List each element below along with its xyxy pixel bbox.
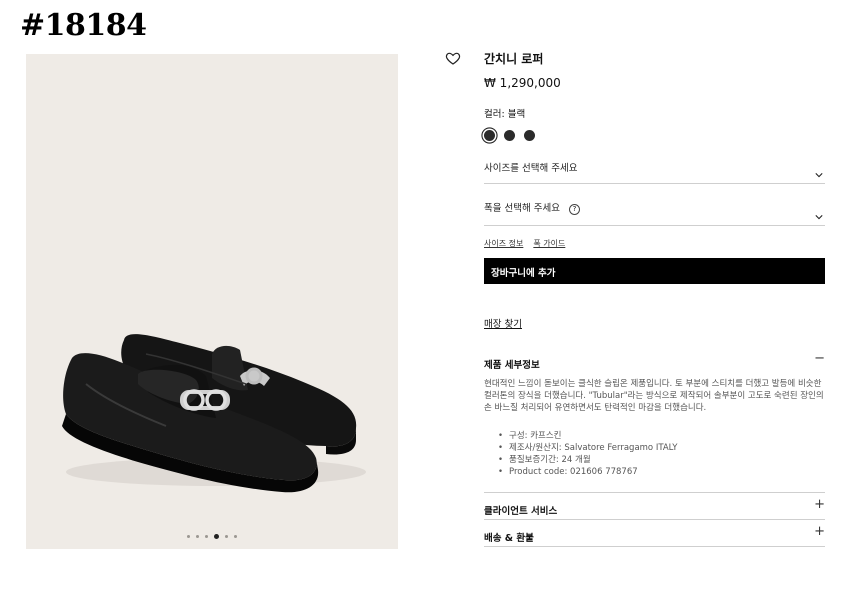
collapse-icon[interactable]: −	[814, 351, 825, 366]
details-heading: 제품 세부정보	[484, 360, 540, 371]
listing-number-badge: #18184	[20, 8, 147, 43]
shipping-heading: 배송 & 환불	[484, 533, 534, 544]
color-swatch-selected[interactable]	[484, 130, 495, 141]
size-select-label: 사이즈를 선택해 주세요	[484, 163, 578, 174]
store-locator-link[interactable]: 매장 찾기	[484, 316, 522, 330]
expand-icon[interactable]: +	[814, 524, 825, 539]
product-description: 현대적인 느낌이 돋보이는 클식한 슬립온 제품입니다. 토 부분에 스티치를 …	[484, 379, 824, 413]
spec-item: Product code: 021606 778767	[498, 466, 678, 478]
color-label: 컬러: 블랙	[484, 109, 526, 120]
gallery-dot-active[interactable]	[214, 534, 219, 539]
chevron-down-icon	[815, 215, 823, 220]
divider	[484, 519, 825, 520]
gallery-pagination[interactable]	[26, 534, 398, 539]
client-service-heading: 클라이언트 서비스	[484, 506, 558, 517]
client-service-accordion[interactable]: 클라이언트 서비스 +	[484, 497, 825, 518]
size-info-link[interactable]: 사이즈 정보	[484, 239, 523, 248]
width-select[interactable]: 폭을 선택해 주세요?	[484, 196, 825, 226]
size-select[interactable]: 사이즈를 선택해 주세요	[484, 156, 825, 184]
divider	[484, 492, 825, 493]
spec-item: 품질보증기간: 24 개월	[498, 454, 678, 466]
help-icon[interactable]: ?	[568, 204, 580, 215]
spec-item: 제조사/원산지: Salvatore Ferragamo ITALY	[498, 442, 677, 454]
divider	[484, 546, 825, 547]
width-guide-link[interactable]: 폭 가이드	[533, 239, 565, 248]
chevron-down-icon	[815, 173, 823, 178]
gallery-dot[interactable]	[225, 535, 228, 538]
gallery-dot[interactable]	[187, 535, 190, 538]
expand-icon[interactable]: +	[814, 497, 825, 512]
heart-icon[interactable]	[445, 50, 461, 66]
product-image-gallery[interactable]	[26, 54, 398, 549]
product-specs: 구성: 카프스킨 제조사/원산지: Salvatore Ferragamo IT…	[498, 430, 678, 478]
product-price: ₩ 1,290,000	[484, 76, 561, 90]
color-swatch[interactable]	[504, 130, 515, 141]
gallery-dot[interactable]	[196, 535, 199, 538]
color-swatches	[484, 130, 535, 141]
color-swatch[interactable]	[524, 130, 535, 141]
add-to-cart-button[interactable]: 장바구니에 추가	[484, 258, 825, 284]
spec-item: 구성: 카프스킨	[498, 430, 678, 442]
gallery-dot[interactable]	[234, 535, 237, 538]
gallery-dot[interactable]	[205, 535, 208, 538]
details-accordion[interactable]: 제품 세부정보 −	[484, 351, 825, 372]
width-select-label: 폭을 선택해 주세요	[484, 203, 560, 214]
shipping-accordion[interactable]: 배송 & 환불 +	[484, 524, 825, 545]
loafer-product-image	[62, 334, 366, 493]
product-title: 간치니 로퍼	[484, 52, 544, 66]
guide-links: 사이즈 정보 폭 가이드	[484, 238, 575, 249]
